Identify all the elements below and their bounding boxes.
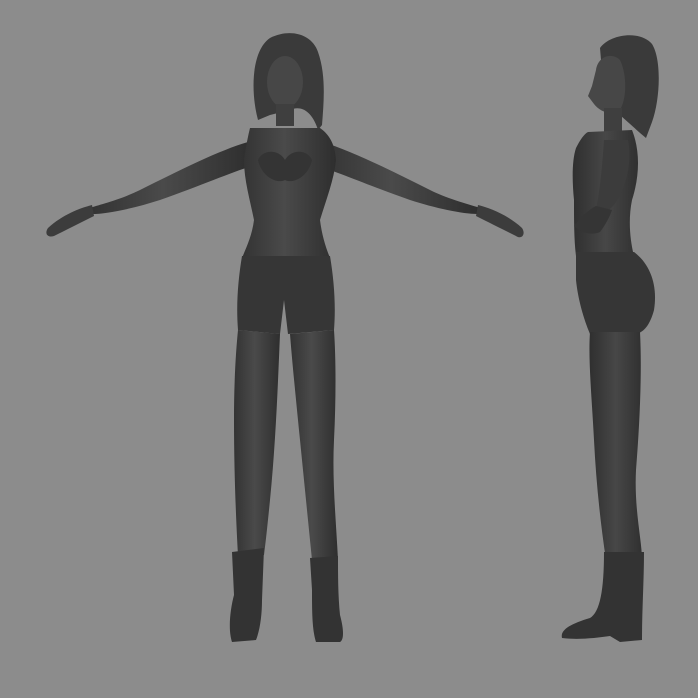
model-viewport [0, 0, 698, 698]
front-view-model [46, 33, 524, 642]
side-boot [561, 552, 644, 642]
front-right-leg [290, 330, 338, 560]
front-left-leg [234, 330, 280, 555]
side-view-model [561, 35, 659, 642]
front-right-boot [310, 556, 343, 642]
front-head [267, 56, 303, 108]
front-right-arm [318, 142, 480, 214]
front-shorts [237, 256, 335, 334]
front-torso [242, 128, 336, 258]
front-neck [276, 104, 294, 126]
front-left-arm [90, 142, 252, 214]
side-leg [589, 332, 642, 560]
side-head [588, 55, 626, 113]
character-turnaround [46, 33, 659, 642]
side-shorts [576, 252, 656, 334]
side-neck [604, 108, 622, 132]
front-right-hand [476, 205, 524, 238]
front-left-hand [46, 205, 94, 237]
front-left-boot [229, 548, 264, 642]
